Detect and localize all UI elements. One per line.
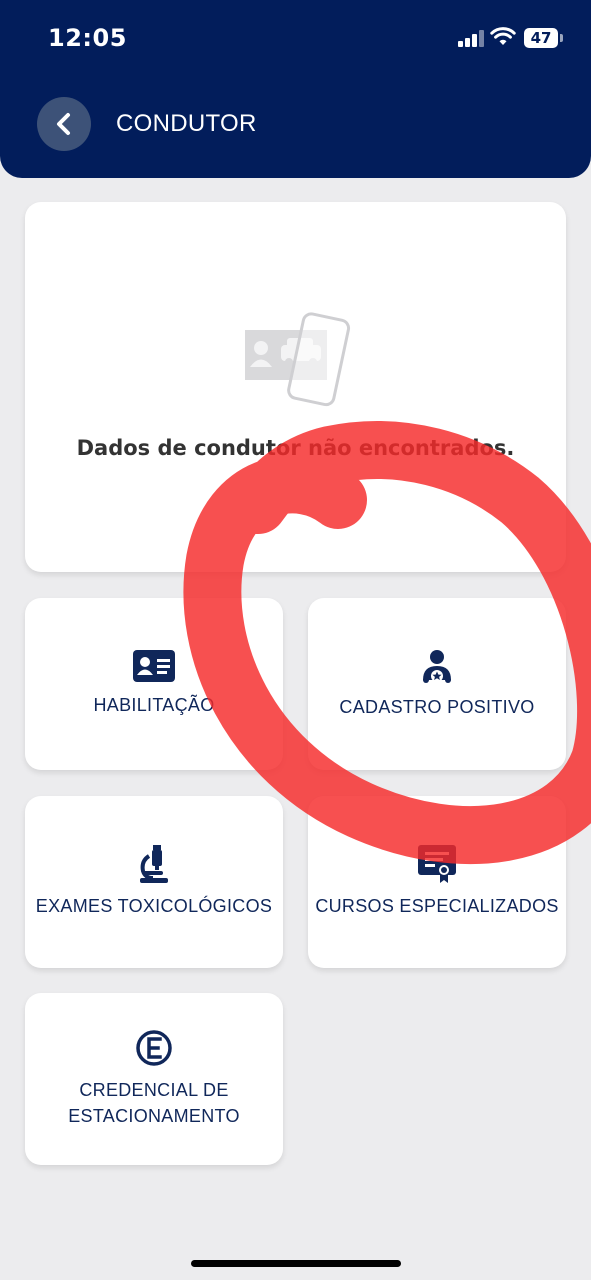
parking-e-icon (136, 1030, 172, 1066)
empty-state-message: Dados de condutor não encontrados. (76, 436, 515, 460)
tile-cadastro-positivo[interactable]: CADASTRO POSITIVO (308, 598, 566, 770)
back-button[interactable] (37, 97, 91, 151)
user-star-icon (423, 650, 451, 683)
signal-icon (458, 29, 484, 47)
tile-label: CREDENCIAL DE ESTACIONAMENTO (68, 1080, 240, 1126)
app-header: 12:05 47 CONDUTOR (0, 0, 591, 178)
tile-exames-toxicologicos[interactable]: EXAMES TOXICOLÓGICOS (25, 796, 283, 968)
certificate-icon (418, 845, 456, 883)
tile-label: CURSOS ESPECIALIZADOS (315, 896, 559, 916)
home-indicator (191, 1260, 401, 1267)
chevron-left-icon (57, 113, 70, 135)
tile-cursos-especializados[interactable]: CURSOS ESPECIALIZADOS (308, 796, 566, 968)
tile-label: EXAMES TOXICOLÓGICOS (35, 896, 273, 916)
status-time: 12:05 (48, 24, 127, 52)
page-title: CONDUTOR (116, 110, 257, 137)
tile-label: HABILITAÇÃO (93, 695, 215, 715)
driver-car-phone-icon (245, 312, 351, 407)
tile-label: CADASTRO POSITIVO (339, 697, 535, 717)
driver-info-card: Dados de condutor não encontrados. (25, 202, 566, 572)
tile-habilitacao[interactable]: HABILITAÇÃO (25, 598, 283, 770)
wifi-icon (490, 27, 516, 45)
battery-tip (560, 34, 563, 42)
id-card-icon (133, 650, 175, 682)
battery-indicator: 47 (524, 28, 558, 48)
microscope-icon (140, 845, 168, 883)
tile-credencial-estacionamento[interactable]: CREDENCIAL DE ESTACIONAMENTO (25, 993, 283, 1165)
